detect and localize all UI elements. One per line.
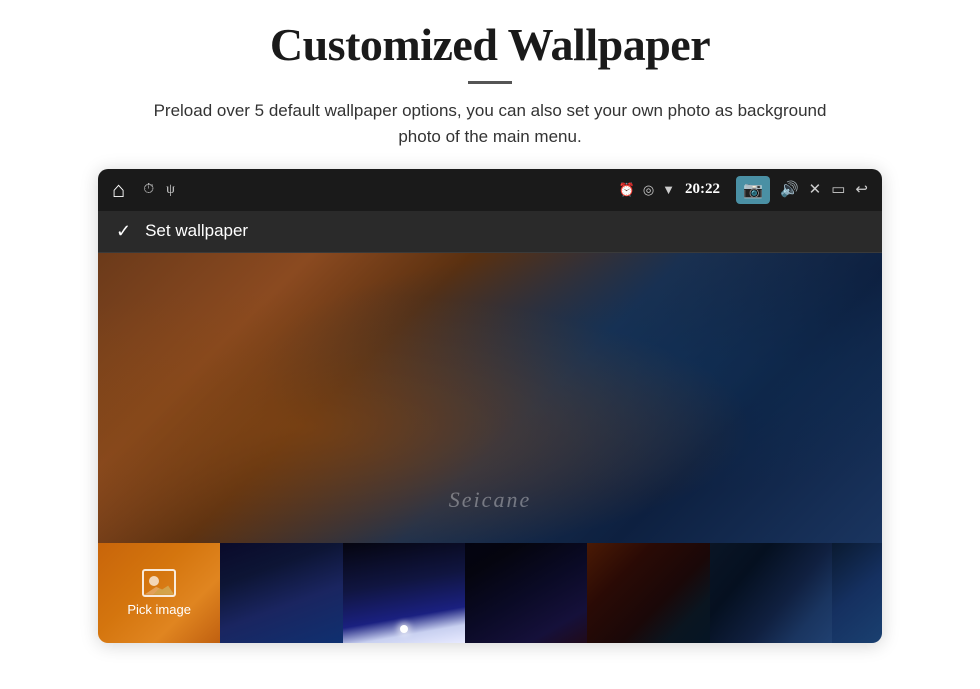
action-icons: 🔊 ✕ ▭ ↩ bbox=[780, 180, 868, 199]
location-icon: ◎ bbox=[643, 182, 654, 198]
page-title: Customized Wallpaper bbox=[30, 18, 950, 71]
wallpaper-thumb-2[interactable] bbox=[343, 543, 465, 643]
thumbnail-strip: Pick image bbox=[98, 543, 882, 643]
watermark: Seicane bbox=[449, 487, 531, 513]
wallpaper-thumb-partial[interactable] bbox=[832, 543, 882, 643]
wallpaper-thumb-3[interactable] bbox=[465, 543, 587, 643]
status-icons-left: ⏱ ψ bbox=[143, 182, 175, 198]
usb-icon: ψ bbox=[166, 182, 175, 198]
clock-small-icon: ⏱ bbox=[143, 182, 154, 198]
volume-icon[interactable]: 🔊 bbox=[780, 180, 799, 199]
window-icon[interactable]: ▭ bbox=[831, 180, 845, 199]
time-display: 20:22 bbox=[685, 181, 720, 198]
camera-icon: 📷 bbox=[743, 180, 763, 200]
set-wallpaper-label: Set wallpaper bbox=[145, 221, 248, 241]
close-icon[interactable]: ✕ bbox=[809, 180, 822, 199]
device-frame: ⌂ ⏱ ψ ⏰ ◎ ▼ 20:22 📷 🔊 ✕ bbox=[98, 169, 882, 643]
status-bar-left: ⌂ ⏱ ψ bbox=[112, 177, 619, 203]
wallpaper-thumb-1[interactable] bbox=[220, 543, 342, 643]
status-icons-right: ⏰ ◎ ▼ bbox=[619, 182, 675, 198]
title-divider bbox=[468, 81, 512, 84]
pick-image-label: Pick image bbox=[127, 602, 191, 617]
page-subtitle: Preload over 5 default wallpaper options… bbox=[30, 98, 950, 151]
camera-button[interactable]: 📷 bbox=[736, 176, 770, 204]
home-icon[interactable]: ⌂ bbox=[112, 177, 125, 203]
back-icon[interactable]: ↩ bbox=[855, 180, 868, 199]
wallpaper-preview: Seicane bbox=[98, 253, 882, 543]
status-bar: ⌂ ⏱ ψ ⏰ ◎ ▼ 20:22 📷 🔊 ✕ bbox=[98, 169, 882, 211]
pick-image-thumb[interactable]: Pick image bbox=[98, 543, 220, 643]
check-icon: ✓ bbox=[116, 221, 131, 242]
wallpaper-bar: ✓ Set wallpaper bbox=[98, 211, 882, 253]
wallpaper-thumb-4[interactable] bbox=[587, 543, 709, 643]
status-bar-right: ⏰ ◎ ▼ 20:22 📷 🔊 ✕ ▭ ↩ bbox=[619, 176, 868, 204]
wallpaper-thumb-5[interactable] bbox=[710, 543, 832, 643]
wifi-icon: ▼ bbox=[662, 182, 675, 198]
pick-image-icon bbox=[142, 569, 176, 597]
alarm-icon: ⏰ bbox=[619, 182, 635, 198]
